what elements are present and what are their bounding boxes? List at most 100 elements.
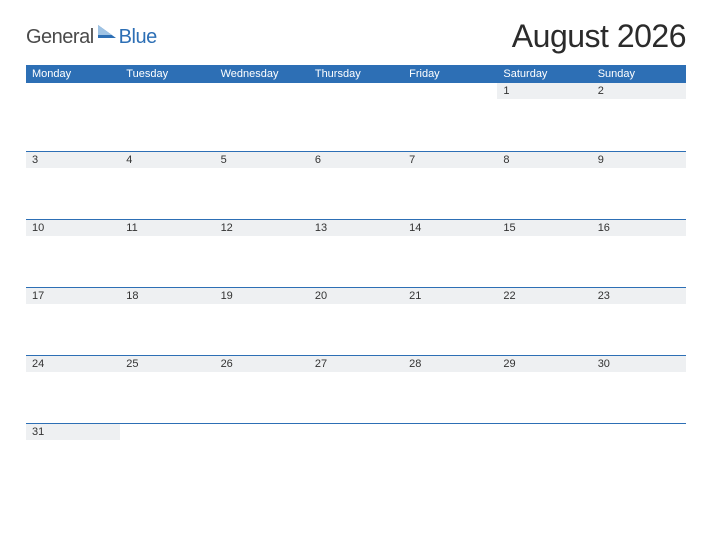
calendar-cell: 18 xyxy=(120,288,214,355)
calendar-cell: 24 xyxy=(26,356,120,423)
calendar-cell xyxy=(309,424,403,491)
weekday-label: Friday xyxy=(403,68,497,80)
date-number: 1 xyxy=(497,83,591,99)
weekday-label: Wednesday xyxy=(215,68,309,80)
calendar-cell: 4 xyxy=(120,152,214,219)
calendar-cell: 6 xyxy=(309,152,403,219)
date-number: 9 xyxy=(592,152,686,168)
calendar-cell: 5 xyxy=(215,152,309,219)
calendar-cell xyxy=(592,424,686,491)
date-number: 22 xyxy=(497,288,591,304)
weekday-label: Tuesday xyxy=(120,68,214,80)
calendar-cell xyxy=(215,424,309,491)
page-title: August 2026 xyxy=(512,18,686,55)
logo-triangle-icon xyxy=(98,25,116,41)
calendar-cell xyxy=(403,83,497,151)
logo-word-general: General xyxy=(26,26,94,49)
calendar-cell: 8 xyxy=(497,152,591,219)
date-number xyxy=(309,424,403,440)
calendar-cell: 26 xyxy=(215,356,309,423)
date-number: 28 xyxy=(403,356,497,372)
calendar-cell: 1 xyxy=(497,83,591,151)
date-number: 20 xyxy=(309,288,403,304)
calendar-cell: 21 xyxy=(403,288,497,355)
date-number: 15 xyxy=(497,220,591,236)
date-number: 11 xyxy=(120,220,214,236)
weekday-label: Sunday xyxy=(592,68,686,80)
weekday-label: Monday xyxy=(26,68,120,80)
calendar-cell: 2 xyxy=(592,83,686,151)
calendar-cell: 10 xyxy=(26,220,120,287)
week-row: 10111213141516 xyxy=(26,219,686,287)
date-number xyxy=(403,424,497,440)
date-number: 10 xyxy=(26,220,120,236)
date-number: 27 xyxy=(309,356,403,372)
logo-word-blue: Blue xyxy=(119,26,157,49)
calendar-cell: 27 xyxy=(309,356,403,423)
weekday-label: Saturday xyxy=(497,68,591,80)
date-number xyxy=(592,424,686,440)
week-row: 31 xyxy=(26,423,686,491)
date-number xyxy=(120,83,214,99)
date-number xyxy=(497,424,591,440)
calendar-cell: 12 xyxy=(215,220,309,287)
week-row: 24252627282930 xyxy=(26,355,686,423)
date-number: 4 xyxy=(120,152,214,168)
calendar-cell xyxy=(215,83,309,151)
date-number xyxy=(215,83,309,99)
calendar-cell: 16 xyxy=(592,220,686,287)
calendar-cell: 3 xyxy=(26,152,120,219)
date-number: 13 xyxy=(309,220,403,236)
date-number xyxy=(309,83,403,99)
date-number: 31 xyxy=(26,424,120,440)
calendar-cell: 20 xyxy=(309,288,403,355)
calendar-cell: 23 xyxy=(592,288,686,355)
date-number: 29 xyxy=(497,356,591,372)
calendar-cell: 22 xyxy=(497,288,591,355)
calendar-cell: 17 xyxy=(26,288,120,355)
week-row: 3456789 xyxy=(26,151,686,219)
calendar-cell: 13 xyxy=(309,220,403,287)
date-number: 18 xyxy=(120,288,214,304)
date-number xyxy=(215,424,309,440)
calendar-cell xyxy=(120,424,214,491)
calendar-cell: 28 xyxy=(403,356,497,423)
date-number: 6 xyxy=(309,152,403,168)
weekday-header: Monday Tuesday Wednesday Thursday Friday… xyxy=(26,65,686,83)
date-number: 21 xyxy=(403,288,497,304)
date-number: 25 xyxy=(120,356,214,372)
week-row: 12 xyxy=(26,83,686,151)
calendar-cell: 31 xyxy=(26,424,120,491)
calendar-cell: 11 xyxy=(120,220,214,287)
date-number xyxy=(26,83,120,99)
calendar-cell xyxy=(309,83,403,151)
date-number: 5 xyxy=(215,152,309,168)
date-number: 7 xyxy=(403,152,497,168)
date-number: 19 xyxy=(215,288,309,304)
calendar-cell: 9 xyxy=(592,152,686,219)
date-number: 17 xyxy=(26,288,120,304)
date-number: 14 xyxy=(403,220,497,236)
week-row: 17181920212223 xyxy=(26,287,686,355)
date-number xyxy=(120,424,214,440)
calendar: Monday Tuesday Wednesday Thursday Friday… xyxy=(26,65,686,491)
date-number: 26 xyxy=(215,356,309,372)
date-number: 23 xyxy=(592,288,686,304)
date-number: 24 xyxy=(26,356,120,372)
date-number: 2 xyxy=(592,83,686,99)
calendar-cell: 25 xyxy=(120,356,214,423)
calendar-cell xyxy=(26,83,120,151)
date-number: 12 xyxy=(215,220,309,236)
calendar-cell: 14 xyxy=(403,220,497,287)
calendar-cell: 7 xyxy=(403,152,497,219)
header: General Blue August 2026 xyxy=(26,18,686,55)
calendar-cell xyxy=(120,83,214,151)
calendar-cell xyxy=(497,424,591,491)
date-number: 8 xyxy=(497,152,591,168)
date-number xyxy=(403,83,497,99)
logo: General Blue xyxy=(26,25,157,55)
date-number: 16 xyxy=(592,220,686,236)
calendar-cell: 30 xyxy=(592,356,686,423)
calendar-cell xyxy=(403,424,497,491)
weekday-label: Thursday xyxy=(309,68,403,80)
